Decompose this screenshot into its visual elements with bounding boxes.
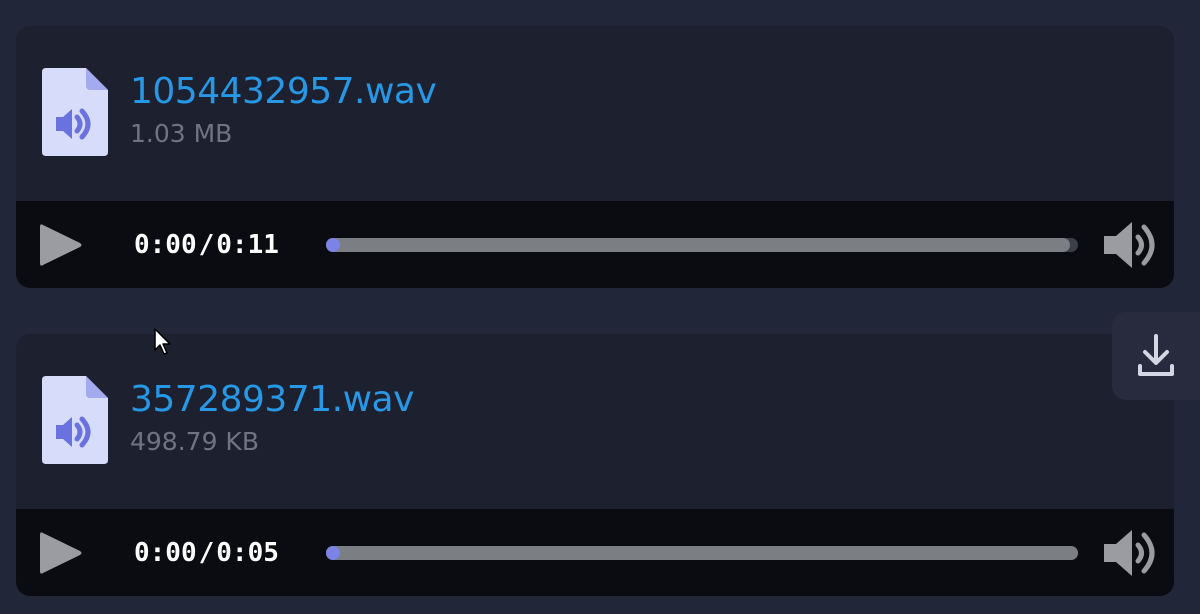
duration: 0:11 bbox=[216, 230, 279, 260]
file-name-link[interactable]: 357289371.wav bbox=[130, 378, 414, 422]
seek-slider[interactable] bbox=[326, 238, 1078, 252]
duration: 0:05 bbox=[216, 538, 279, 568]
volume-icon[interactable] bbox=[1100, 527, 1160, 579]
seek-thumb[interactable] bbox=[326, 546, 340, 560]
file-size: 1.03 MB bbox=[130, 119, 233, 148]
time-display: 0:00/0:05 bbox=[134, 535, 279, 571]
time-separator: / bbox=[198, 538, 215, 568]
buffered-bar bbox=[326, 238, 1071, 252]
current-time: 0:00 bbox=[134, 538, 197, 568]
download-icon bbox=[1138, 334, 1174, 376]
time-separator: / bbox=[198, 230, 215, 260]
download-button[interactable] bbox=[1112, 312, 1200, 400]
buffered-bar bbox=[326, 546, 1078, 560]
audio-player: 0:00/0:11 bbox=[16, 201, 1174, 288]
audio-file-icon bbox=[42, 68, 108, 156]
audio-file-card: 1054432957.wav 1.03 MB 0:00/0:11 bbox=[16, 26, 1174, 288]
seek-thumb[interactable] bbox=[326, 238, 340, 252]
volume-icon[interactable] bbox=[1100, 219, 1160, 271]
file-name-link[interactable]: 1054432957.wav bbox=[130, 70, 437, 114]
audio-player: 0:00/0:05 bbox=[16, 509, 1174, 596]
mouse-cursor-icon bbox=[154, 328, 171, 355]
current-time: 0:00 bbox=[134, 230, 197, 260]
audio-file-card: 357289371.wav 498.79 KB 0:00/0:05 bbox=[16, 334, 1174, 596]
play-icon[interactable] bbox=[36, 529, 84, 577]
audio-file-icon bbox=[42, 376, 108, 464]
seek-slider[interactable] bbox=[326, 546, 1078, 560]
file-size: 498.79 KB bbox=[130, 427, 259, 456]
play-icon[interactable] bbox=[36, 221, 84, 269]
time-display: 0:00/0:11 bbox=[134, 227, 279, 263]
